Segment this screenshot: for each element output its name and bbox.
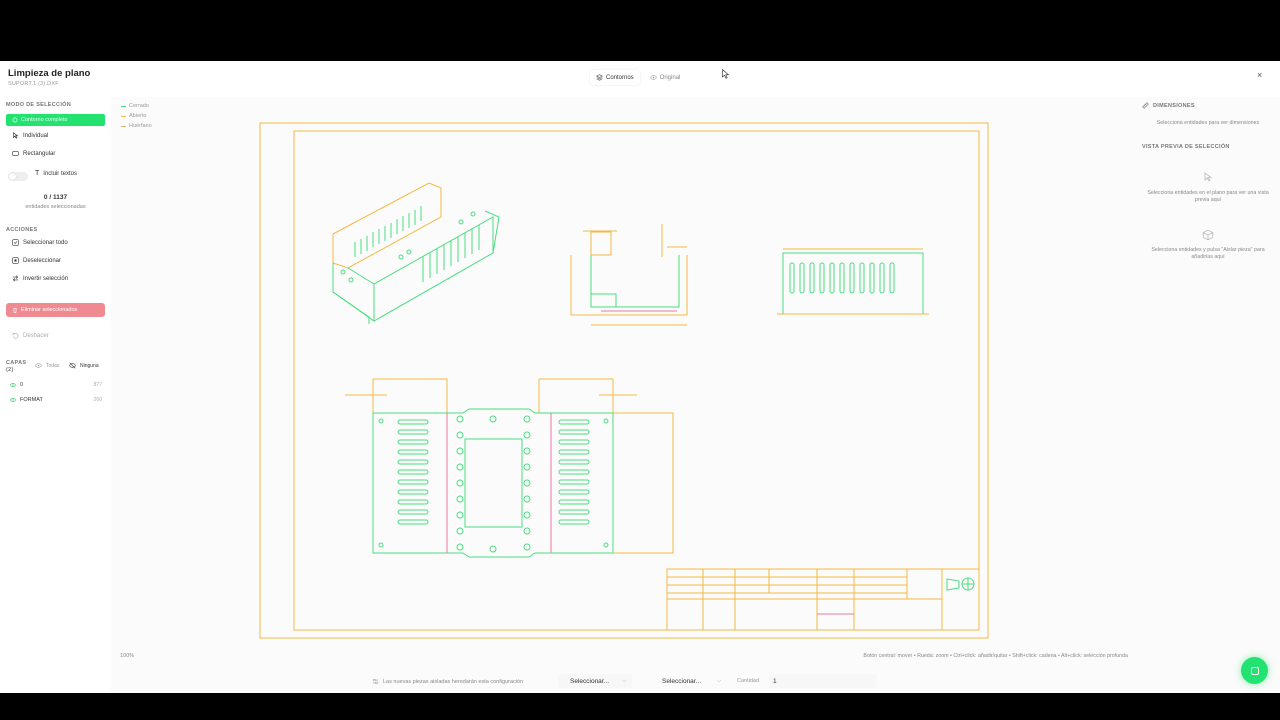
settings-sliders-icon xyxy=(372,678,379,685)
invert-selection-button[interactable]: Invertir selección xyxy=(12,275,68,282)
eye-icon xyxy=(10,383,16,387)
side-view xyxy=(777,248,929,315)
mode-full-contour-button[interactable]: Contorno completo xyxy=(6,114,105,126)
delete-selected-button[interactable]: Eliminar seleccionados xyxy=(6,303,105,317)
sheet-outer-border xyxy=(259,122,989,639)
chevron-down-icon: ⌵ xyxy=(622,678,626,684)
square-icon xyxy=(12,257,19,264)
controls-hint: Botón central: mover • Rueda: zoom • Ctr… xyxy=(863,653,1128,659)
mouse-cursor-icon xyxy=(722,69,730,79)
mode-rectangular-button[interactable]: Rectangular xyxy=(12,150,55,157)
bottom-bar: Las nuevas piezas aisladas heredarán est… xyxy=(111,667,1136,693)
page-title: Limpieza de plano xyxy=(8,68,91,79)
rectangle-icon xyxy=(12,151,19,156)
layer-count: 260 xyxy=(93,397,102,403)
pointer-icon xyxy=(13,132,19,139)
view-toggle: Contornos Original xyxy=(590,70,686,85)
text-icon: T xyxy=(35,170,40,177)
material-select-value: Seleccionar... xyxy=(570,677,610,685)
eye-off-icon xyxy=(69,362,76,369)
eye-icon xyxy=(35,363,42,368)
quantity-input[interactable]: 1 xyxy=(769,674,877,688)
tab-original[interactable]: Original xyxy=(644,70,687,85)
selection-preview-title: VISTA PREVIA DE SELECCIÓN xyxy=(1142,144,1230,150)
check-square-icon xyxy=(12,239,19,246)
header: Limpieza de plano SUPORT.1 (3).DXF Conto… xyxy=(0,61,1280,97)
layers-show-all-button[interactable]: Todas xyxy=(35,362,59,369)
quantity-label: Cantidad xyxy=(737,678,760,684)
undo-icon xyxy=(12,332,19,339)
layer-row[interactable]: FORMAT 260 xyxy=(10,397,102,403)
left-panel: MODO DE SELECCIÓN Contorno completo Indi… xyxy=(0,97,111,693)
mode-individual-button[interactable]: Individual xyxy=(12,132,48,139)
sheet-inner-border xyxy=(293,130,980,631)
include-texts: T Incluir textos xyxy=(35,170,77,177)
select-all-button[interactable]: Seleccionar todo xyxy=(12,239,68,246)
select-all-label: Seleccionar todo xyxy=(23,239,68,246)
swap-icon xyxy=(12,275,19,282)
layers-none-label: Ninguna xyxy=(80,362,99,369)
mode-rectangular-label: Rectangular xyxy=(23,150,56,157)
invert-selection-label: Invertir selección xyxy=(23,275,69,282)
chat-button[interactable] xyxy=(1241,657,1268,684)
chevron-down-icon: ⌵ xyxy=(717,678,721,684)
layer-name: FORMAT xyxy=(20,397,43,403)
layers-title: CAPAS (2) xyxy=(6,360,27,373)
title-block xyxy=(666,568,980,631)
close-button[interactable]: × xyxy=(1257,70,1262,80)
inherit-config-info: Las nuevas piezas aisladas heredarán est… xyxy=(372,678,523,685)
tab-contours-label: Contornos xyxy=(606,74,634,81)
dimensions-title-label: DIMENSIONES xyxy=(1153,102,1195,109)
front-view xyxy=(570,224,688,326)
layers-icon xyxy=(596,74,603,81)
pointer-icon xyxy=(1204,172,1213,182)
selection-count-label: entidades seleccionadas xyxy=(25,204,86,210)
thickness-select-value: Seleccionar... xyxy=(662,677,702,685)
box-icon xyxy=(1202,229,1214,241)
thickness-select[interactable]: Seleccionar... ⌵ xyxy=(643,674,727,688)
layer-name: 0 xyxy=(20,382,24,388)
selection-mode-title: MODO DE SELECCIÓN xyxy=(6,102,71,108)
material-select[interactable]: Seleccionar... ⌵ xyxy=(558,674,632,688)
eye-icon xyxy=(650,75,657,80)
selection-preview-hint: Selecciona entidades en el plano para ve… xyxy=(1147,190,1269,203)
dimensions-hint: Selecciona entidades para ver dimensione… xyxy=(1156,120,1260,126)
inherit-config-label: Las nuevas piezas aisladas heredarán est… xyxy=(383,678,524,685)
dimensions-title: DIMENSIONES xyxy=(1142,102,1195,109)
layers-hide-all-button[interactable]: Ninguna xyxy=(69,362,99,369)
actions-title: ACCIONES xyxy=(6,227,38,233)
eye-icon xyxy=(10,398,16,402)
flat-pattern-view xyxy=(345,378,674,558)
mode-full-contour-label: Contorno completo xyxy=(21,117,68,123)
delete-selected-label: Eliminar seleccionados xyxy=(21,307,78,313)
include-texts-toggle[interactable] xyxy=(8,172,28,181)
dxf-drawing xyxy=(259,122,989,639)
layers-all-label: Todas xyxy=(46,362,60,369)
file-name: SUPORT.1 (3).DXF xyxy=(8,81,59,87)
zoom-level: 100% xyxy=(120,653,135,659)
trash-icon xyxy=(13,307,17,313)
undo-button[interactable]: Deshacer xyxy=(12,332,49,339)
iso-view xyxy=(332,182,500,324)
drawing-canvas[interactable]: Cerrado Abierto Huérfano 100% Botón cent… xyxy=(111,97,1136,667)
contour-icon xyxy=(12,117,18,123)
layer-count: 877 xyxy=(93,382,102,388)
undo-label: Deshacer xyxy=(23,332,49,339)
right-panel: DIMENSIONES Selecciona entidades para ve… xyxy=(1136,97,1280,693)
include-texts-label: Incluir textos xyxy=(43,170,77,177)
tab-contours[interactable]: Contornos xyxy=(590,70,640,85)
cleanup-app: Limpieza de plano SUPORT.1 (3).DXF Conto… xyxy=(0,61,1280,693)
tab-original-label: Original xyxy=(659,74,681,81)
selection-count: 0 / 1137 xyxy=(43,194,68,201)
mode-individual-label: Individual xyxy=(23,132,49,139)
deselect-button[interactable]: Deseleccionar xyxy=(12,257,61,264)
deselect-label: Deseleccionar xyxy=(23,257,62,264)
layer-row[interactable]: 0 877 xyxy=(10,382,102,388)
ruler-icon xyxy=(1142,102,1149,109)
isolate-hint: Selecciona entidades y pulsa "Aislar pie… xyxy=(1151,247,1265,260)
